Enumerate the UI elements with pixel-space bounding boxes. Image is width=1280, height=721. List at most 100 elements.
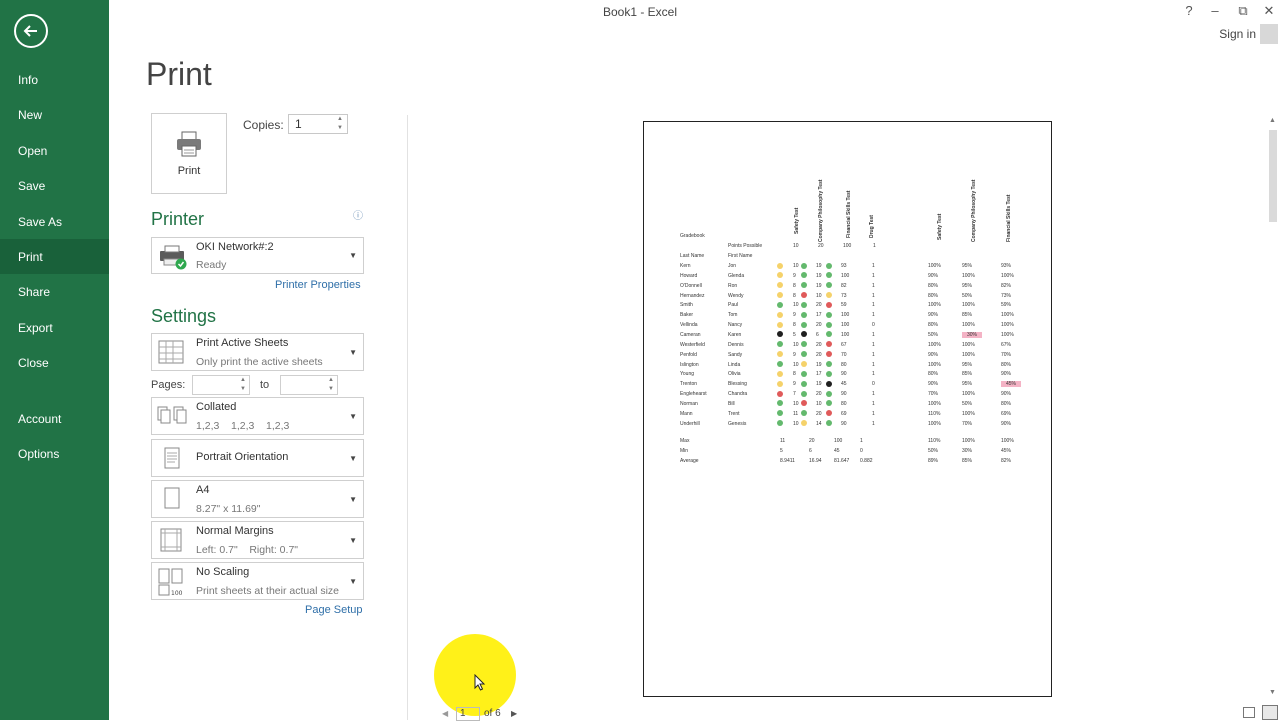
settings-heading: Settings xyxy=(151,306,217,326)
cell-score: 1 xyxy=(872,410,875,417)
summary-percent: 100% xyxy=(1001,438,1014,444)
cell-score: 20 xyxy=(816,351,822,358)
print-what-dropdown[interactable]: Print Active Sheets Only print the activ… xyxy=(151,333,364,371)
cell-first-name: Wendy xyxy=(728,292,744,299)
cell-percent: 100% xyxy=(962,302,975,309)
cell-last-name: Kern xyxy=(680,263,691,269)
chevron-down-icon: ▼ xyxy=(349,495,357,504)
margins-dropdown[interactable]: Normal Margins Left: 0.7" Right: 0.7" ▼ xyxy=(151,521,364,559)
pages-from-down-icon[interactable]: ▼ xyxy=(240,386,246,392)
cell-percent: 95% xyxy=(962,282,973,289)
pages-to-up-icon[interactable]: ▲ xyxy=(328,377,334,383)
orientation-dropdown[interactable]: Portrait Orientation ▼ xyxy=(151,439,364,477)
status-dot-icon xyxy=(777,282,783,289)
cell-percent: 90% xyxy=(928,272,939,279)
cell-first-name: Bill xyxy=(728,400,735,407)
pages-from-up-icon[interactable]: ▲ xyxy=(240,377,246,383)
status-dot-icon xyxy=(777,410,783,417)
printer-info-icon[interactable]: ⓘ xyxy=(353,207,363,222)
cell-score: 19 xyxy=(816,282,822,289)
preview-scrollbar[interactable]: ▲ ▼ xyxy=(1266,115,1280,705)
close-window-button[interactable]: ✕ xyxy=(1259,3,1279,19)
cell-percent: 100% xyxy=(928,263,941,269)
cell-score: 1 xyxy=(872,302,875,309)
nav-save-as[interactable]: Save As xyxy=(0,204,109,239)
cell-score: 80 xyxy=(841,400,847,407)
summary-value: 6 xyxy=(809,447,812,454)
scroll-up-icon[interactable]: ▲ xyxy=(1269,117,1276,124)
cell-score: 59 xyxy=(841,302,847,309)
copies-down-icon[interactable]: ▼ xyxy=(337,125,343,131)
nav-info[interactable]: Info xyxy=(0,62,109,97)
nav-print[interactable]: Print xyxy=(0,239,109,274)
cell-score: 93 xyxy=(841,263,847,269)
cell-last-name: Young xyxy=(680,371,694,378)
printer-properties-link[interactable]: Printer Properties xyxy=(275,279,361,291)
cell-percent: 82% xyxy=(1001,282,1012,289)
cell-score: 90 xyxy=(841,420,847,427)
status-dot-icon xyxy=(777,341,783,348)
nav-open[interactable]: Open xyxy=(0,133,109,168)
cell-last-name: Islington xyxy=(680,361,699,368)
scroll-down-icon[interactable]: ▼ xyxy=(1269,689,1276,696)
pane-divider xyxy=(407,115,408,720)
cell-percent: 90% xyxy=(1001,420,1012,427)
nav-close[interactable]: Close xyxy=(0,345,109,380)
cell-percent: 100% xyxy=(962,341,975,348)
cell-score: 1 xyxy=(872,272,875,279)
zoom-to-page-icon[interactable] xyxy=(1262,705,1278,720)
restore-button[interactable]: ⧉ xyxy=(1233,3,1253,19)
summary-percent: 89% xyxy=(928,457,939,464)
copies-up-icon[interactable]: ▲ xyxy=(337,116,343,122)
col-header-safety: Safety Test xyxy=(794,207,800,234)
pages-to-down-icon[interactable]: ▼ xyxy=(328,386,334,392)
cell-score: 10 xyxy=(793,420,799,427)
status-dot-icon xyxy=(801,361,807,367)
summary-percent: 110% xyxy=(928,438,941,444)
current-page-input[interactable]: 1 xyxy=(456,707,480,721)
nav-new[interactable]: New xyxy=(0,97,109,132)
scrollbar-thumb[interactable] xyxy=(1269,130,1277,222)
chevron-down-icon: ▼ xyxy=(349,412,357,421)
show-margins-icon[interactable] xyxy=(1243,707,1255,718)
status-dot-icon xyxy=(826,370,832,377)
page-setup-link[interactable]: Page Setup xyxy=(305,604,363,616)
cell-percent: 80% xyxy=(928,282,939,289)
status-dot-icon xyxy=(801,292,807,299)
sign-in-link[interactable]: Sign in xyxy=(1219,27,1256,41)
nav-account[interactable]: Account xyxy=(0,401,109,436)
nav-print-label: Print xyxy=(18,249,43,264)
cell-score: 10 xyxy=(793,302,799,309)
mouse-pointer-icon xyxy=(474,674,486,691)
cell-percent: 90% xyxy=(928,381,939,388)
scaling-dropdown[interactable]: 100 No Scaling Print sheets at their act… xyxy=(151,562,364,600)
cell-score: 1 xyxy=(872,351,875,358)
nav-share[interactable]: Share xyxy=(0,274,109,309)
nav-save[interactable]: Save xyxy=(0,168,109,203)
nav-options[interactable]: Options xyxy=(0,436,109,471)
cell-percent: 90% xyxy=(1001,391,1012,398)
status-dot-icon xyxy=(777,361,783,367)
collation-dropdown[interactable]: Collated 1,2,3 1,2,3 1,2,3 ▼ xyxy=(151,397,364,435)
cell-score: 17 xyxy=(816,312,822,319)
account-avatar-icon[interactable] xyxy=(1260,24,1278,44)
prev-page-icon[interactable]: ◀ xyxy=(442,709,448,718)
minimize-button[interactable]: – xyxy=(1205,3,1225,18)
paper-size-dropdown[interactable]: A4 8.27" x 11.69" ▼ xyxy=(151,480,364,518)
next-page-icon[interactable]: ▶ xyxy=(511,709,517,718)
cell-score: 90 xyxy=(841,371,847,378)
summary-label: Average xyxy=(680,457,699,464)
cell-last-name: Howard xyxy=(680,272,698,279)
printer-dropdown[interactable]: OKI Network#:2 Ready ▼ xyxy=(151,237,364,274)
print-button[interactable]: Print xyxy=(151,113,227,194)
back-button[interactable] xyxy=(14,14,48,48)
nav-export[interactable]: Export xyxy=(0,310,109,345)
col-header-drug: Drug Test xyxy=(869,215,875,238)
cell-percent: 70% xyxy=(962,420,973,427)
summary-percent: 100% xyxy=(962,438,975,444)
cell-score: 17 xyxy=(816,371,822,378)
network-printer-icon xyxy=(160,245,187,270)
cell-score: 20 xyxy=(816,302,822,309)
help-button[interactable]: ? xyxy=(1179,3,1199,18)
collation-subtitle: 1,2,3 1,2,3 1,2,3 xyxy=(196,420,290,432)
